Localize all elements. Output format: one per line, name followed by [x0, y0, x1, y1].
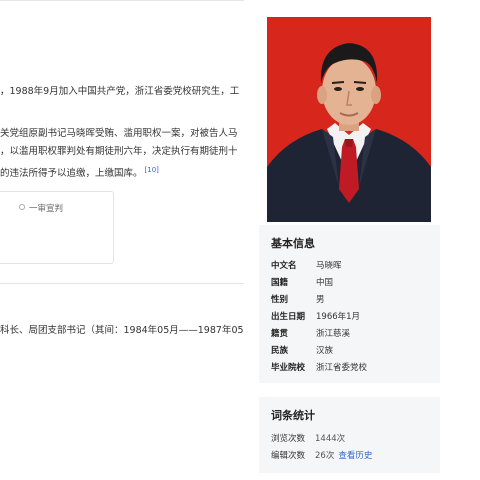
- reference-link[interactable]: [10]: [145, 166, 159, 174]
- info-value: 浙江慈溪: [316, 329, 351, 339]
- timeline-box: 一审宣判: [0, 191, 114, 264]
- edits-row: 编辑次数 26次 查看历史: [271, 449, 372, 461]
- case-paragraph: 关党组原副书记马晓晖受贿、滥用职权一案，对被告人马 ，以滥用职权罪判处有期徒刑六…: [0, 125, 238, 183]
- career-text: 科长、局团支部书记（其间：1984年05月——1987年05: [0, 325, 244, 336]
- timeline-node-label: 一审宣判: [29, 204, 64, 214]
- basic-info-title: 基本信息: [271, 237, 315, 250]
- info-key: 中文名: [271, 261, 297, 271]
- edits-value: 26次: [315, 451, 335, 461]
- views-label: 浏览次数: [271, 434, 306, 444]
- timeline-dot-icon: [19, 204, 25, 210]
- top-divider: [0, 0, 244, 1]
- intro-paragraph: ，1988年9月加入中国共产党，浙江省委党校研究生，工: [0, 83, 239, 101]
- info-row: 毕业院校 浙江省委党校: [271, 361, 367, 373]
- info-value: 汉族: [316, 346, 334, 356]
- info-key: 毕业院校: [271, 363, 306, 373]
- entry-stats-panel: 词条统计 浏览次数 1444次 编辑次数 26次 查看历史: [259, 397, 440, 473]
- info-row: 籍贯 浙江慈溪: [271, 327, 350, 339]
- info-value: 中国: [316, 278, 334, 288]
- timeline-node[interactable]: 一审宣判: [19, 202, 63, 214]
- info-row: 国籍 中国: [271, 276, 333, 288]
- case-line: ，以滥用职权罪判处有期徒刑六年，决定执行有期徒刑十: [0, 146, 238, 157]
- info-row: 性别 男: [271, 293, 325, 305]
- entry-stats-title: 词条统计: [271, 409, 315, 422]
- info-key: 国籍: [271, 278, 289, 288]
- info-row: 出生日期 1966年1月: [271, 310, 360, 322]
- case-line: 关党组原副书记马晓晖受贿、滥用职权一案，对被告人马: [0, 128, 238, 139]
- edits-label: 编辑次数: [271, 451, 306, 461]
- info-value: 马晓晖: [316, 261, 342, 271]
- case-line: 的违法所得予以追缴，上缴国库。 [10]: [0, 161, 238, 183]
- view-history-link[interactable]: 查看历史: [338, 451, 372, 461]
- info-value: 1966年1月: [316, 312, 361, 322]
- views-row: 浏览次数 1444次: [271, 432, 345, 444]
- basic-info-panel: 基本信息 中文名 马晓晖 国籍 中国 性别男 出生日期 1966年1月 籍贯 浙江慈溪 …: [259, 225, 440, 383]
- portrait-illustration: [267, 17, 431, 222]
- info-key: 出生日期: [271, 312, 306, 322]
- info-row: 中文名 马晓晖: [271, 259, 342, 271]
- info-key: 民族: [271, 346, 289, 356]
- section-divider: [0, 283, 244, 284]
- intro-text: ，1988年9月加入中国共产党，浙江省委党校研究生，工: [0, 86, 240, 97]
- portrait-photo[interactable]: [267, 17, 431, 222]
- info-value: 男: [316, 295, 325, 305]
- info-value: 浙江省委党校: [316, 363, 368, 373]
- info-key: 性别: [271, 295, 289, 305]
- case-line-text: 的违法所得予以追缴，上缴国库。: [0, 168, 143, 179]
- info-key: 籍贯: [271, 329, 289, 339]
- info-row: 民族 汉族: [271, 344, 333, 356]
- views-value: 1444次: [315, 434, 346, 444]
